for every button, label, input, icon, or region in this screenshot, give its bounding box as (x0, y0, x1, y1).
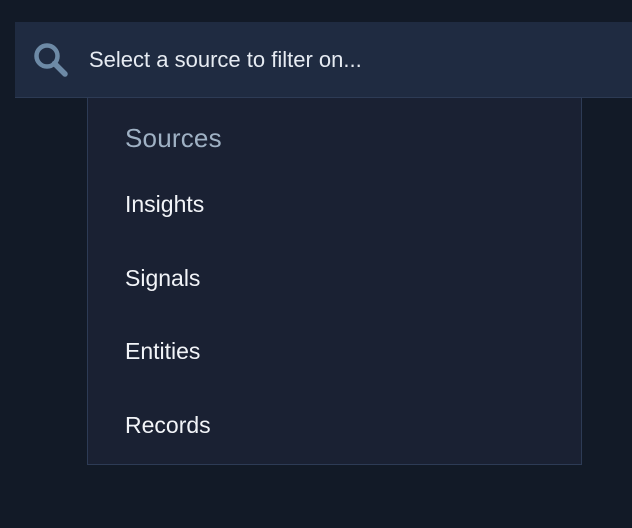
source-filter-bar[interactable] (15, 22, 632, 98)
option-label: Records (125, 412, 211, 438)
option-entities[interactable]: Entities (88, 322, 581, 382)
option-records[interactable]: Records (88, 396, 581, 456)
option-label: Entities (125, 338, 201, 364)
group-header-sources: Sources (125, 123, 222, 153)
option-label: Insights (125, 191, 205, 217)
source-filter-input[interactable] (89, 40, 609, 80)
option-signals[interactable]: Signals (88, 249, 581, 309)
option-label: Signals (125, 265, 201, 291)
source-dropdown-menu: Sources Insights Signals Entities Record… (87, 97, 582, 465)
option-insights[interactable]: Insights (88, 175, 581, 235)
search-icon (32, 41, 70, 79)
